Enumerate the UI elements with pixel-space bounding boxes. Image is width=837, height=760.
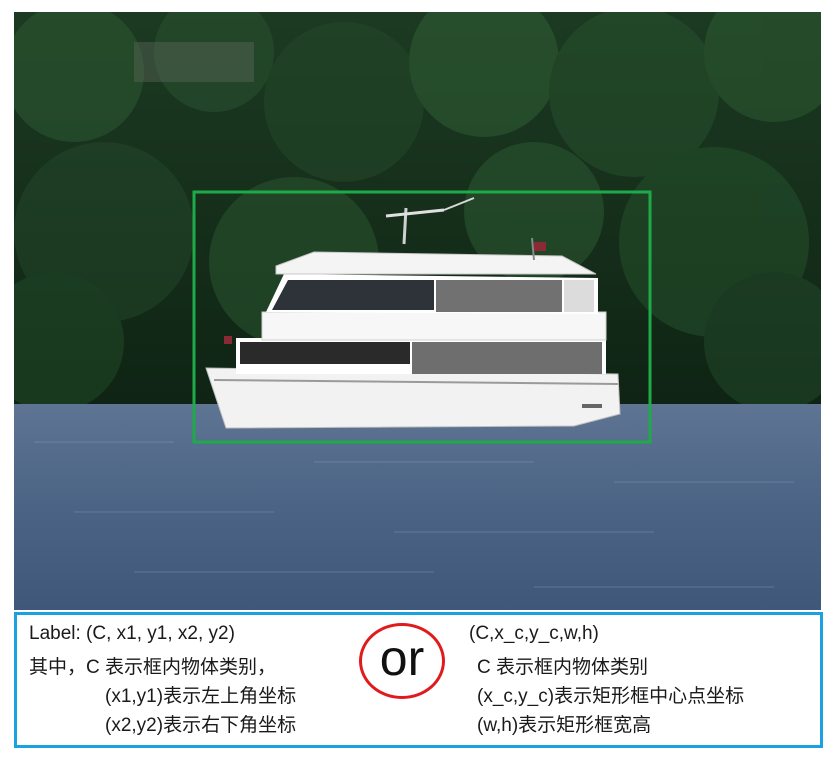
left-label-format: Label: (C, x1, y1, x2, y2) (29, 623, 235, 644)
right-size-description: (w,h)表示矩形框宽高 (477, 715, 652, 736)
left-class-description: 其中，C 表示框内物体类别， (29, 657, 277, 678)
or-label: or (379, 630, 425, 686)
right-center-description: (x_c,y_c)表示矩形框中心点坐标 (477, 686, 745, 707)
rock-cliff (134, 42, 254, 82)
right-label-format: (C,x_c,y_c,w,h) (469, 623, 599, 644)
left-bottom-right-description: (x2,y2)表示右下角坐标 (105, 715, 297, 736)
river-water (14, 404, 821, 610)
label-format-caption: Label: (C, x1, y1, x2, y2) 其中，C 表示框内物体类别… (14, 612, 823, 748)
photo-illustration (14, 12, 821, 610)
or-ellipse: or (359, 623, 445, 699)
left-top-left-description: (x1,y1)表示左上角坐标 (105, 686, 297, 707)
boat-photo (14, 12, 821, 610)
right-class-description: C 表示框内物体类别 (477, 657, 649, 678)
